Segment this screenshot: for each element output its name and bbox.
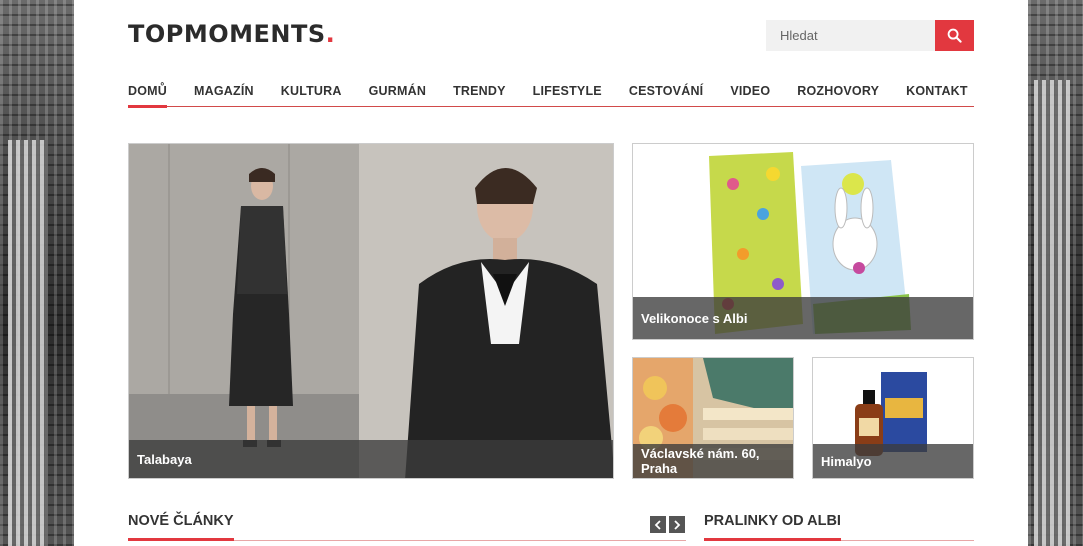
featured-article-main[interactable]: Talabaya — [128, 143, 614, 479]
carousel-next-button[interactable] — [669, 516, 685, 533]
featured-article-easter[interactable]: Velikonoce s Albi — [632, 143, 974, 340]
carousel-prev-button[interactable] — [650, 516, 666, 533]
nav-item-video[interactable]: VIDEO — [730, 83, 770, 107]
nav-item-magazin[interactable]: MAGAZÍN — [194, 83, 254, 107]
nav-item-trendy[interactable]: TRENDY — [453, 83, 506, 107]
section-title-new-articles: NOVÉ ČLÁNKY — [128, 513, 686, 541]
site-logo[interactable]: TOPMOMENTS. — [128, 20, 335, 48]
search-button[interactable] — [935, 20, 974, 51]
main-nav: DOMŮ MAGAZÍN KULTURA GURMÁN TRENDY LIFES… — [128, 83, 974, 108]
featured-caption[interactable]: Václavské nám. 60, Praha — [633, 444, 793, 478]
background-right — [1028, 0, 1083, 546]
background-left — [0, 0, 74, 546]
logo-dot: . — [325, 20, 336, 48]
featured-article-praha[interactable]: Václavské nám. 60, Praha — [632, 357, 794, 479]
chevron-left-icon — [654, 519, 661, 530]
featured-article-himalyo[interactable]: Himalyo — [812, 357, 974, 479]
page-content: TOPMOMENTS. DOMŮ MAGAZÍN KULTURA GURMÁN … — [74, 0, 1028, 546]
search-icon — [947, 28, 962, 43]
building-decoration — [1034, 80, 1070, 546]
nav-item-rozhovory[interactable]: ROZHOVORY — [797, 83, 879, 107]
nav-item-domu[interactable]: DOMŮ — [128, 83, 167, 108]
nav-item-cestovani[interactable]: CESTOVÁNÍ — [629, 83, 704, 107]
fashion-photo — [129, 144, 613, 478]
section-title-text: PRALINKY OD ALBI — [704, 513, 841, 541]
featured-caption[interactable]: Talabaya — [129, 440, 613, 478]
chevron-right-icon — [674, 519, 681, 530]
building-decoration — [8, 140, 48, 546]
search-input[interactable] — [766, 20, 935, 51]
section-title-text: NOVÉ ČLÁNKY — [128, 513, 234, 541]
search-box — [766, 20, 974, 51]
nav-item-kultura[interactable]: KULTURA — [281, 83, 342, 107]
logo-text: TOPMOMENTS — [128, 20, 326, 48]
nav-item-lifestyle[interactable]: LIFESTYLE — [533, 83, 602, 107]
featured-caption[interactable]: Himalyo — [813, 444, 973, 478]
section-title-albi: PRALINKY OD ALBI — [704, 513, 974, 541]
nav-item-kontakt[interactable]: KONTAKT — [906, 83, 968, 107]
featured-caption[interactable]: Velikonoce s Albi — [633, 297, 973, 339]
nav-item-gurman[interactable]: GURMÁN — [369, 83, 426, 107]
